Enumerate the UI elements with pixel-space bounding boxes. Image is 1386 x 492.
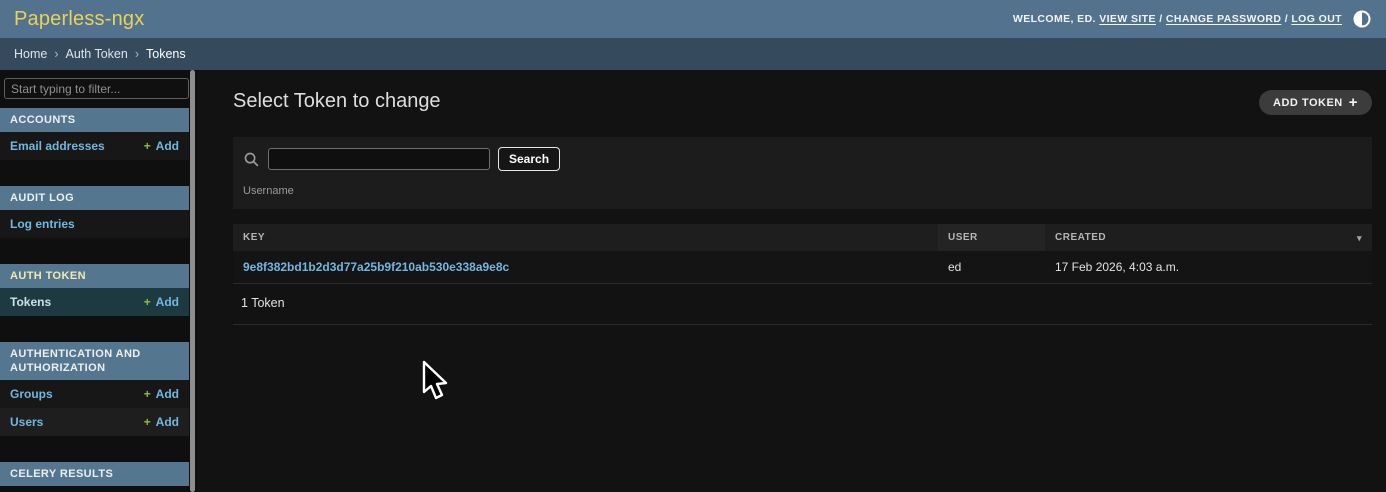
tokens-table-body: 9e8f382bd1b2d3d77a25b9f210ab530e338a9e8c… xyxy=(233,251,1372,284)
sidebar-item-log-entries[interactable]: Log entries xyxy=(0,210,189,238)
sidebar-section-accounts: ACCOUNTS Email addresses + Add xyxy=(0,108,197,160)
sidebar-filter-input[interactable] xyxy=(4,78,189,99)
search-input[interactable] xyxy=(268,148,490,170)
plus-icon: + xyxy=(144,295,151,309)
column-header-created[interactable]: CREATED ▾ xyxy=(1045,224,1372,251)
sidebar-scrollbar[interactable] xyxy=(190,70,195,492)
breadcrumb-separator: › xyxy=(135,47,139,61)
brand-link[interactable]: Paperless-ngx xyxy=(14,8,144,31)
log-out-link[interactable]: LOG OUT xyxy=(1291,13,1342,25)
column-header-user[interactable]: USER xyxy=(938,224,1045,251)
sidebar-item-tokens[interactable]: Tokens + Add xyxy=(0,288,189,316)
plus-icon: + xyxy=(1349,95,1358,110)
sort-caret-icon[interactable]: ▾ xyxy=(1357,233,1362,244)
sidebar-item-email-addresses[interactable]: Email addresses + Add xyxy=(0,132,189,160)
sidebar-item-link[interactable]: Groups xyxy=(10,387,53,401)
sidebar-item-link[interactable]: Email addresses xyxy=(10,139,105,153)
paginator: 1 Token xyxy=(233,284,1372,325)
breadcrumb-separator: › xyxy=(54,47,58,61)
sidebar-section-audit-log: AUDIT LOG Log entries xyxy=(0,186,197,238)
sidebar-section-auth-token: AUTH TOKEN Tokens + Add xyxy=(0,264,197,316)
welcome-text: WELCOME, ED. xyxy=(1013,13,1096,25)
breadcrumb-home[interactable]: Home xyxy=(14,47,47,61)
sidebar-section-header: CELERY RESULTS xyxy=(0,462,189,486)
breadcrumb-auth-token[interactable]: Auth Token xyxy=(66,47,128,61)
plus-icon: + xyxy=(144,387,151,401)
sidebar-item-groups[interactable]: Groups + Add xyxy=(0,380,189,408)
sidebar-item-users[interactable]: Users + Add xyxy=(0,408,189,436)
theme-toggle-icon[interactable] xyxy=(1352,9,1372,29)
plus-icon: + xyxy=(144,139,151,153)
breadcrumb: Home › Auth Token › Tokens xyxy=(0,38,1386,70)
sidebar-add-link[interactable]: + Add xyxy=(144,387,179,401)
token-key-cell: 9e8f382bd1b2d3d77a25b9f210ab530e338a9e8c xyxy=(233,251,938,284)
search-button[interactable]: Search xyxy=(498,147,560,171)
sidebar-filter-wrap xyxy=(0,76,197,103)
sidebar-section-header: AUTH TOKEN xyxy=(0,264,189,288)
plus-icon: + xyxy=(144,415,151,429)
page-title: Select Token to change xyxy=(233,90,441,113)
search-icon xyxy=(243,151,260,168)
table-header-row: KEY USER CREATED ▾ xyxy=(233,224,1372,251)
sidebar-item-link[interactable]: Log entries xyxy=(10,217,75,231)
separator: / xyxy=(1285,13,1288,25)
separator: / xyxy=(1159,13,1162,25)
sidebar-section-header: AUDIT LOG xyxy=(0,186,189,210)
sidebar-add-link[interactable]: + Add xyxy=(144,139,179,153)
top-header: Paperless-ngx WELCOME, ED. VIEW SITE / C… xyxy=(0,0,1386,38)
sidebar-item-link[interactable]: Users xyxy=(10,415,43,429)
sidebar-section-authentication-and-authorization: AUTHENTICATION AND AUTHORIZATION Groups + … xyxy=(0,342,197,436)
sidebar-nav: ACCOUNTS Email addresses + Add AUDIT LOG Log… xyxy=(0,70,197,492)
change-password-link[interactable]: CHANGE PASSWORD xyxy=(1166,13,1281,25)
token-row: 9e8f382bd1b2d3d77a25b9f210ab530e338a9e8c… xyxy=(233,251,1372,284)
tokens-table: KEY USER CREATED ▾ 9e8f382bd1b2d3d77a25b… xyxy=(233,224,1372,284)
add-token-label: ADD TOKEN xyxy=(1273,97,1343,109)
sidebar-item-link[interactable]: Tokens xyxy=(10,295,51,309)
add-token-button[interactable]: ADD TOKEN + xyxy=(1259,90,1372,115)
sidebar-section-celery-results: CELERY RESULTS xyxy=(0,462,197,486)
main-content: Select Token to change ADD TOKEN + Searc… xyxy=(197,70,1386,492)
token-user-cell: ed xyxy=(938,251,1045,284)
user-tools-text: WELCOME, ED. VIEW SITE / CHANGE PASSWORD… xyxy=(1013,13,1342,25)
sidebar-section-header: AUTHENTICATION AND AUTHORIZATION xyxy=(0,342,189,380)
column-header-created-label: CREATED xyxy=(1055,232,1106,243)
search-field-label: Username xyxy=(243,185,1362,197)
user-tools: WELCOME, ED. VIEW SITE / CHANGE PASSWORD… xyxy=(1013,9,1372,29)
token-created-cell: 17 Feb 2026, 4:03 a.m. xyxy=(1045,251,1372,284)
breadcrumb-current: Tokens xyxy=(146,47,186,61)
column-header-key[interactable]: KEY xyxy=(233,224,938,251)
search-module: Search Username xyxy=(233,137,1372,209)
view-site-link[interactable]: VIEW SITE xyxy=(1099,13,1156,25)
sidebar-add-link[interactable]: + Add xyxy=(144,295,179,309)
sidebar-add-link[interactable]: + Add xyxy=(144,415,179,429)
token-key-link[interactable]: 9e8f382bd1b2d3d77a25b9f210ab530e338a9e8c xyxy=(243,260,509,274)
sidebar-section-header: ACCOUNTS xyxy=(0,108,189,132)
sidebar-sections: ACCOUNTS Email addresses + Add AUDIT LOG Log… xyxy=(0,108,197,486)
